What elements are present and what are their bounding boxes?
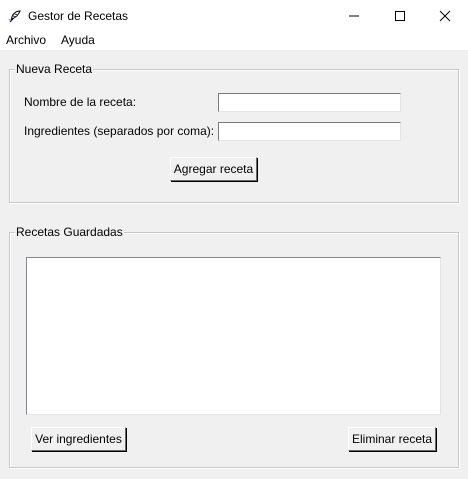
- minimize-button[interactable]: [331, 0, 377, 31]
- feather-icon: [8, 10, 21, 23]
- app-window: Gestor de Recetas Archivo Ayuda Nueva Re…: [0, 0, 468, 479]
- recipe-name-label: Nombre de la receta:: [24, 95, 137, 109]
- view-ingredients-button[interactable]: Ver ingredientes: [31, 427, 126, 451]
- maximize-icon: [395, 10, 405, 21]
- title-bar[interactable]: Gestor de Recetas: [0, 0, 468, 31]
- close-button[interactable]: [422, 0, 468, 31]
- ingredients-label: Ingredientes (separados por coma):: [24, 124, 215, 138]
- add-recipe-button[interactable]: Agregar receta: [170, 157, 257, 181]
- minimize-icon: [349, 15, 359, 16]
- recetas-guardadas-legend: Recetas Guardadas: [15, 225, 124, 240]
- recipes-listbox[interactable]: [26, 257, 441, 415]
- maximize-button[interactable]: [377, 0, 423, 31]
- delete-recipe-button[interactable]: Eliminar receta: [348, 427, 436, 451]
- menu-archivo[interactable]: Archivo: [6, 33, 46, 48]
- window-title: Gestor de Recetas: [28, 9, 129, 23]
- nueva-receta-legend: Nueva Receta: [15, 62, 94, 77]
- close-icon: [439, 10, 451, 21]
- menu-ayuda[interactable]: Ayuda: [61, 33, 95, 48]
- menu-bar: Archivo Ayuda: [0, 31, 468, 50]
- recipe-name-input[interactable]: [218, 93, 401, 112]
- ingredients-input[interactable]: [218, 122, 401, 141]
